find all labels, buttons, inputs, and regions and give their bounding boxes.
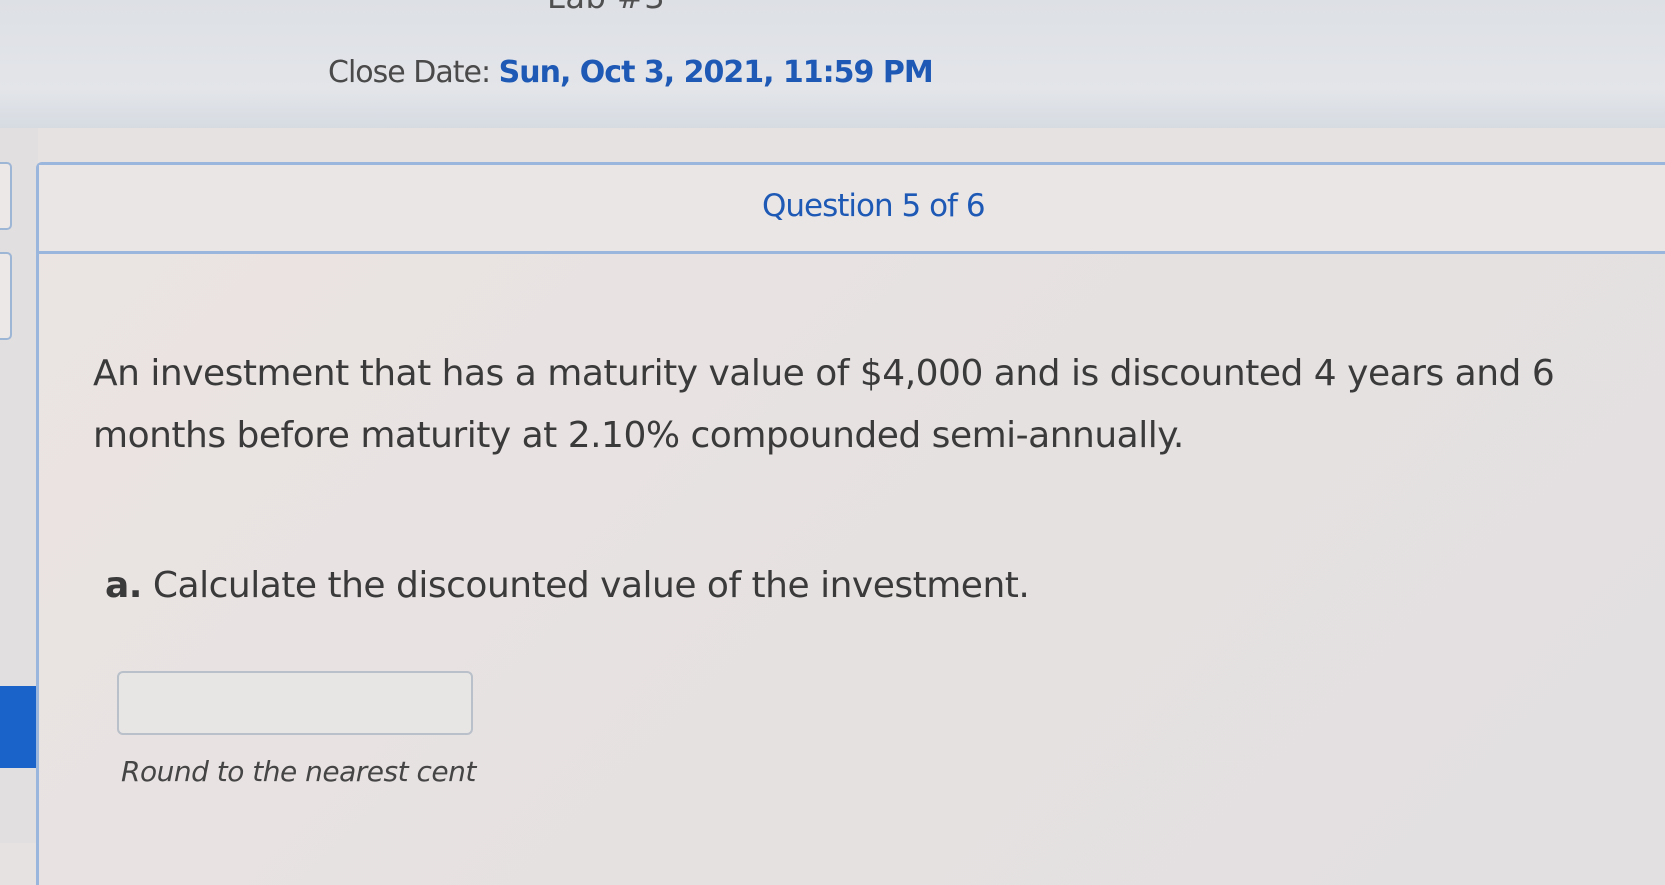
question-header: Question 5 of 6 [39, 165, 1665, 254]
rounding-hint: Round to the nearest cent [121, 755, 476, 788]
answer-input[interactable] [117, 671, 473, 735]
question-panel: Question 5 of 6 An investment that has a… [36, 162, 1665, 885]
question-nav-tab[interactable] [0, 252, 12, 340]
close-date-value: Sun, Oct 3, 2021, 11:59 PM [498, 55, 934, 90]
part-prompt: Calculate the discounted value of the in… [152, 565, 1030, 606]
close-date-label: Close Date: [328, 55, 491, 90]
close-date: Close Date: Sun, Oct 3, 2021, 11:59 PM [328, 55, 934, 90]
question-counter: Question 5 of 6 [762, 188, 986, 224]
part-letter: a. [105, 565, 142, 606]
question-text: An investment that has a maturity value … [93, 353, 1555, 456]
assignment-header: Lab #3 Close Date: Sun, Oct 3, 2021, 11:… [0, 0, 1665, 128]
lab-title: Lab #3 [547, 0, 665, 16]
question-nav-tab[interactable] [0, 162, 12, 230]
question-part-a: a. Calculate the discounted value of the… [105, 565, 1030, 606]
